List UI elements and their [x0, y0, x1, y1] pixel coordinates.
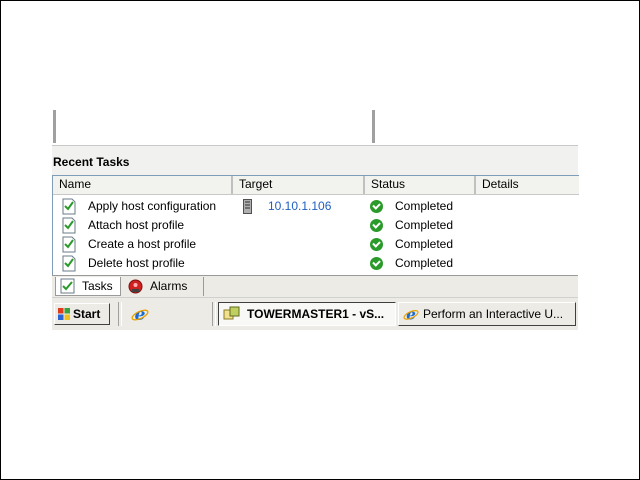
column-header-details[interactable]: Details: [476, 176, 579, 194]
task-name: Apply host configuration: [88, 199, 217, 213]
panel-title: Recent Tasks: [53, 155, 130, 169]
completed-check-icon: [370, 200, 383, 213]
column-header-row: Name Target Status Details: [53, 176, 579, 195]
upper-left-pane: [53, 110, 375, 143]
bottom-tabs-bar: Tasks Alarms: [52, 275, 578, 298]
recent-tasks-table: Name Target Status Details Apply host co…: [52, 175, 579, 275]
task-status: Completed: [395, 199, 454, 213]
column-header-status[interactable]: Status: [365, 176, 476, 194]
task-icon: [62, 198, 76, 215]
tab-tasks-label: Tasks: [82, 279, 113, 293]
table-row[interactable]: Create a host profile Completed: [53, 235, 579, 254]
taskbar-button-label: TOWERMASTER1 - vS...: [247, 307, 385, 321]
host-server-icon: [243, 199, 252, 214]
tab-alarms[interactable]: Alarms: [124, 277, 204, 296]
tab-tasks[interactable]: Tasks: [55, 277, 121, 296]
taskbar-separator: [212, 302, 216, 326]
task-name: Delete host profile: [88, 256, 185, 270]
completed-check-icon: [370, 257, 383, 270]
alarm-icon: [128, 279, 143, 294]
task-icon: [62, 217, 76, 234]
task-name: Attach host profile: [88, 218, 185, 232]
recent-tasks-header: Recent Tasks: [52, 145, 578, 175]
start-label: Start: [73, 307, 101, 321]
column-header-target[interactable]: Target: [233, 176, 365, 194]
table-row[interactable]: Delete host profile Completed: [53, 254, 579, 273]
task-status: Completed: [395, 218, 454, 232]
task-status: Completed: [395, 237, 454, 251]
internet-explorer-icon: e: [403, 306, 419, 322]
taskbar-separator: [118, 302, 122, 326]
vsphere-client-icon: [223, 306, 240, 320]
completed-check-icon: [370, 219, 383, 232]
tab-alarms-label: Alarms: [150, 279, 188, 293]
windows-taskbar: Start e TOWERMASTER1 - vS... e Perform a…: [52, 297, 578, 330]
task-target-link[interactable]: 10.10.1.106: [268, 197, 331, 216]
task-icon: [62, 236, 76, 253]
task-status: Completed: [395, 256, 454, 270]
windows-flag-icon: [58, 308, 70, 320]
upper-right-pane: [372, 110, 581, 143]
column-header-name[interactable]: Name: [53, 176, 233, 194]
taskbar-button-label: Perform an Interactive U...: [423, 307, 564, 321]
task-name: Create a host profile: [88, 237, 197, 251]
taskbar-button-vsphere[interactable]: TOWERMASTER1 - vS...: [218, 302, 396, 326]
start-button[interactable]: Start: [54, 303, 110, 325]
tasks-icon: [60, 278, 75, 294]
internet-explorer-icon[interactable]: e: [131, 305, 149, 323]
table-row[interactable]: Apply host configuration 10.10.1.106 Com…: [53, 197, 579, 216]
completed-check-icon: [370, 238, 383, 251]
task-icon: [62, 255, 76, 272]
table-row[interactable]: Attach host profile Completed: [53, 216, 579, 235]
taskbar-button-ie[interactable]: e Perform an Interactive U...: [398, 302, 576, 326]
